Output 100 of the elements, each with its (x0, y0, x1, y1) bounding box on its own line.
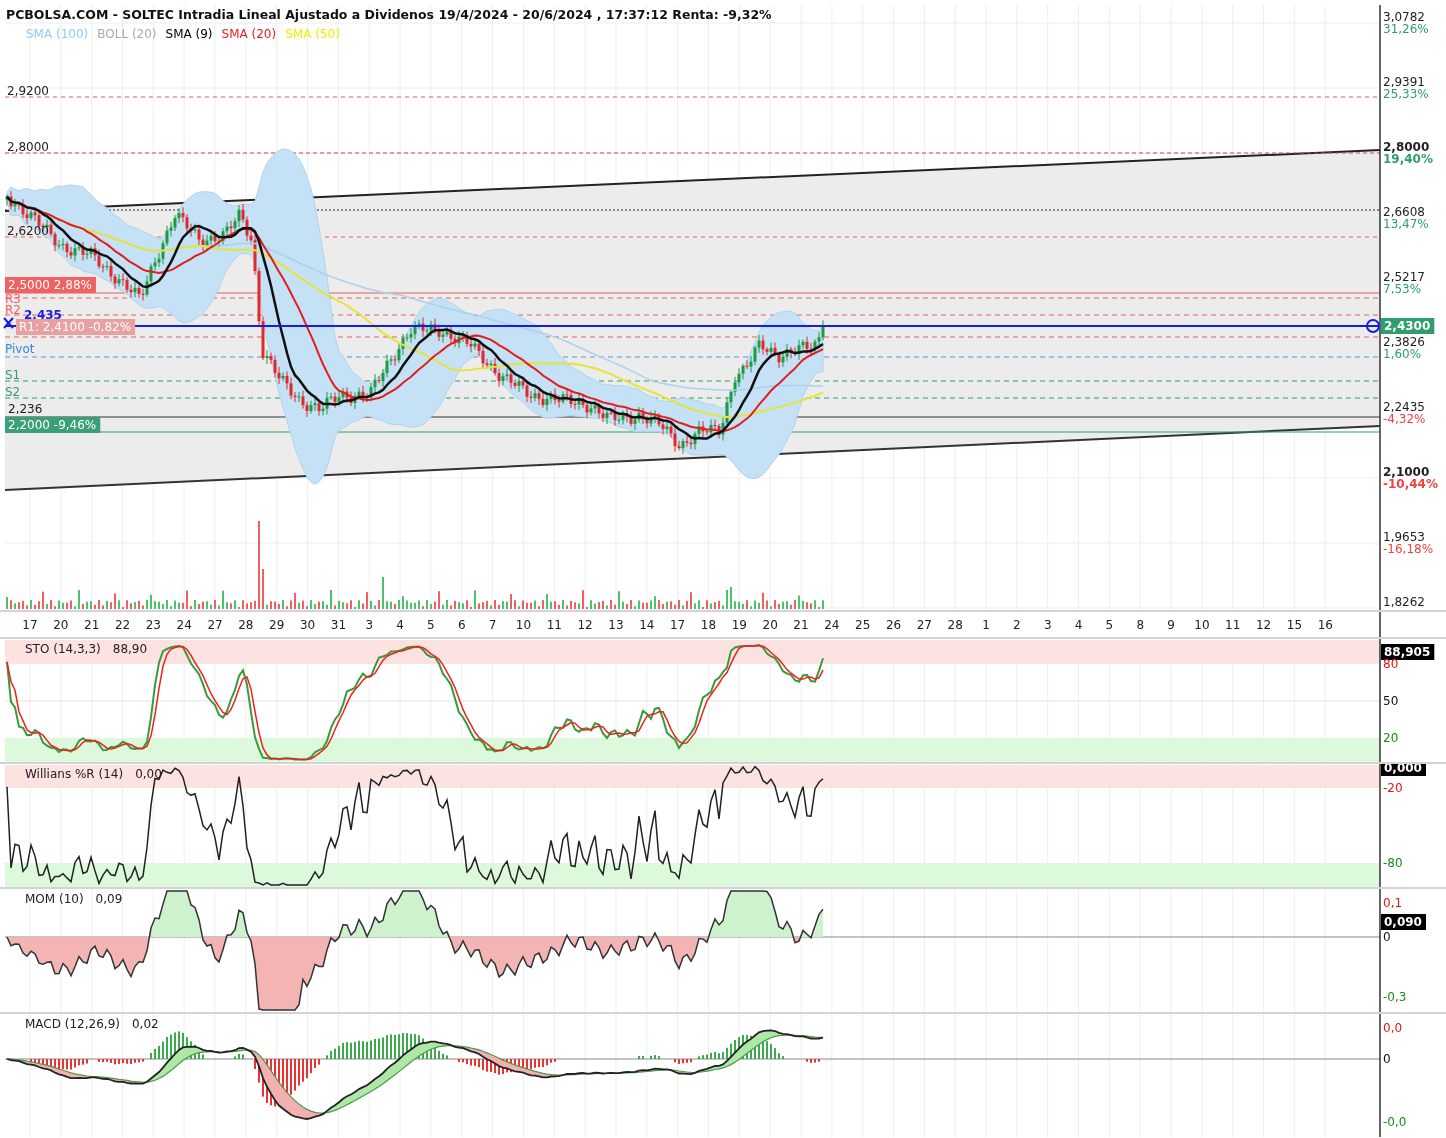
price-axis-label: 2,1000 (1383, 465, 1430, 479)
indicator-value: 0,00 (135, 767, 162, 781)
indicator-title: Willians %R (14) (25, 767, 124, 781)
date-label: 10 (515, 618, 532, 632)
percent-change-label: -10,44% (1383, 477, 1438, 491)
chart-title: PCBOLSA.COM - SOLTEC Intradia Lineal Ajustado a Dividenos 19/4/2024 - 20/6/2024 , 17:37:12 Renta: -9,32% (6, 6, 772, 22)
date-label: 20 (53, 618, 69, 632)
date-label: 15 (1286, 618, 1303, 632)
indicator-axis-label: 80 (1383, 657, 1399, 671)
date-label: 24 (824, 618, 840, 632)
date-label: 1 (982, 618, 990, 632)
level-label: R3 (5, 292, 21, 306)
level-label: Pivot (5, 342, 35, 356)
indicator-value-tag: 88,905 (1381, 644, 1435, 660)
price-axis-label: 2,9391 (1383, 75, 1425, 89)
indicator-axis-label: -80 (1383, 856, 1403, 870)
indicator-axis-label: 20 (1383, 731, 1399, 745)
date-label: 5 (427, 618, 435, 632)
legend-label: SMA (20) (221, 27, 277, 41)
date-label: 27 (916, 618, 932, 632)
date-label: 2 (1013, 618, 1021, 632)
level-label: S2 (5, 385, 21, 399)
percent-change-label: 1,60% (1383, 347, 1422, 361)
indicator-title: STO (14,3,3) (25, 642, 101, 656)
grid-price-label: 2,6200 (7, 224, 49, 238)
date-label: 8 (1136, 618, 1145, 632)
marker-price-label: 2,435 (24, 308, 62, 322)
date-label: 9 (1167, 618, 1175, 632)
indicator-value: 0,09 (95, 892, 123, 906)
date-label: 16 (1317, 618, 1333, 632)
date-label: 30 (299, 618, 316, 632)
price-axis-label: 2,3826 (1383, 335, 1425, 349)
indicator-axis-label: 0,1 (1383, 896, 1403, 910)
indicator-axis-label: -20 (1383, 781, 1403, 795)
date-label: 12 (1255, 618, 1272, 632)
date-label: 3 (1043, 618, 1052, 632)
date-label: 20 (762, 618, 778, 632)
indicator-axis-label: 0,0 (1383, 1021, 1403, 1035)
date-label: 11 (1225, 618, 1241, 632)
indicator-title: MACD (12,26,9) (25, 1017, 120, 1031)
legend-label: SMA (50) (285, 27, 340, 41)
date-label: 26 (885, 618, 902, 632)
date-label: 13 (608, 618, 624, 632)
price-axis-label: 1,9653 (1383, 530, 1425, 544)
price-axis-label: 1,8262 (1383, 595, 1425, 609)
price-axis-label: 2,8000 (1383, 140, 1430, 154)
date-label: 28 (238, 618, 254, 632)
date-label: 12 (577, 618, 593, 632)
date-label: 17 (22, 618, 38, 632)
level-label: R2 (5, 303, 21, 317)
level-price-tag: R1: 2,4100 -0,82% (16, 319, 136, 335)
indicator-title: MOM (10) (25, 892, 84, 906)
date-label: 10 (1194, 618, 1210, 632)
level-price-tag: 2,2000 -9,46% (5, 417, 101, 433)
percent-change-label: 7,53% (1383, 282, 1422, 296)
level-price-tag: 2,5000 2,88% (5, 277, 96, 293)
date-label: 7 (488, 618, 497, 632)
percent-change-label: 13,47% (1383, 217, 1429, 231)
level-label: S1 (5, 368, 21, 382)
indicator-value: 88,90 (112, 642, 148, 656)
date-label: 17 (670, 618, 686, 632)
percent-change-label: -4,32% (1383, 412, 1426, 426)
date-label: 18 (700, 618, 717, 632)
percent-change-label: 19,40% (1383, 152, 1433, 166)
indicator-axis-label: 50 (1383, 694, 1399, 708)
price-axis-label: 2,5217 (1383, 270, 1425, 284)
price-axis-label: 2,2435 (1383, 400, 1425, 414)
indicator-axis-label: 0 (1383, 1052, 1391, 1066)
indicator-axis-label: 0 (1383, 930, 1391, 944)
date-label: 5 (1105, 618, 1114, 632)
date-label: 28 (947, 618, 963, 632)
date-label: 25 (855, 618, 871, 632)
date-label: 21 (84, 618, 100, 632)
price-axis-label: 3,0782 (1383, 10, 1425, 24)
date-label: 31 (330, 618, 347, 632)
legend-label: SMA (100) (26, 27, 89, 41)
date-label: 23 (145, 618, 161, 632)
date-label: 21 (793, 618, 809, 632)
level-label: 2,236 (8, 402, 43, 416)
date-label: 3 (365, 618, 374, 632)
indicator-axis-label: -0,0 (1383, 1115, 1407, 1129)
date-label: 27 (207, 618, 223, 632)
indicator-axis-label: -0,3 (1383, 990, 1407, 1004)
percent-change-label: -16,18% (1383, 542, 1434, 556)
date-label: 22 (114, 618, 131, 632)
grid-price-label: 2,9200 (7, 84, 49, 98)
last-price-tag: 2,4300 (1381, 318, 1435, 334)
date-label: 19 (731, 618, 747, 632)
date-label: 4 (1074, 618, 1083, 632)
legend-label: SMA (9) (165, 27, 213, 41)
date-label: 11 (546, 618, 562, 632)
indicator-value-tag: 0,090 (1381, 914, 1426, 930)
percent-change-label: 25,33% (1383, 87, 1429, 101)
date-label: 4 (396, 618, 404, 632)
date-label: 29 (269, 618, 285, 632)
date-label: 14 (639, 618, 655, 632)
date-label: 24 (176, 618, 192, 632)
grid-price-label: 2,8000 (7, 140, 49, 154)
percent-change-label: 31,26% (1383, 22, 1429, 36)
indicator-value: 0,02 (131, 1017, 159, 1031)
